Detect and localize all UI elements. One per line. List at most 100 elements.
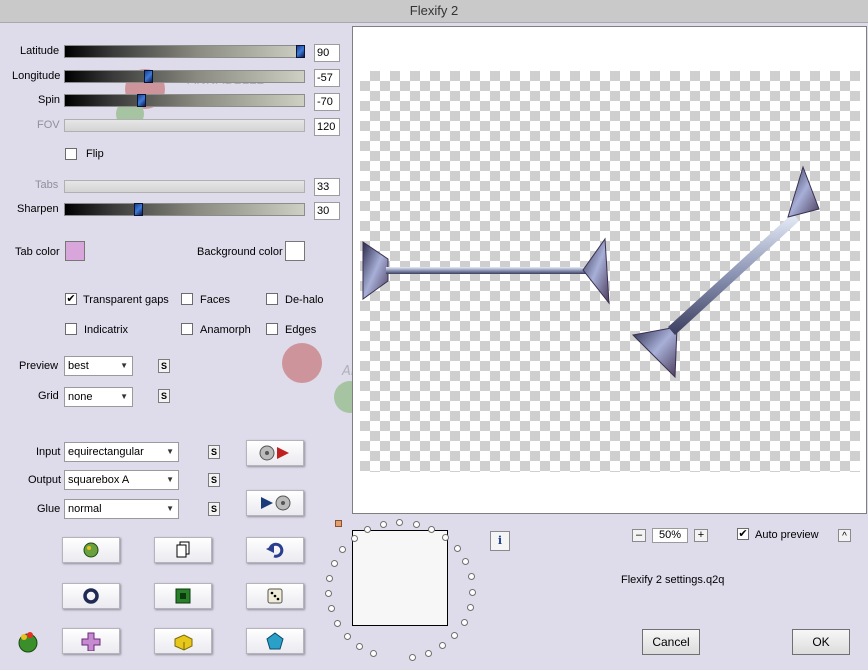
shape-top-cone xyxy=(787,165,820,218)
input-s-button[interactable]: S xyxy=(208,445,220,459)
transparent-gaps-checkbox[interactable]: ✔ xyxy=(65,293,77,305)
orbit-dot[interactable] xyxy=(327,605,335,613)
latitude-slider[interactable] xyxy=(64,45,305,58)
latitude-value[interactable]: 90 xyxy=(314,44,340,62)
glue-s-button[interactable]: S xyxy=(208,502,220,516)
sharpen-slider[interactable] xyxy=(64,203,305,216)
longitude-slider[interactable] xyxy=(64,70,305,83)
orbit-dot[interactable] xyxy=(466,604,474,612)
spin-value[interactable]: -70 xyxy=(314,93,340,111)
orbit-dot[interactable] xyxy=(451,631,459,639)
glue-label: Glue xyxy=(37,503,61,515)
sharpen-value[interactable]: 30 xyxy=(314,202,340,220)
output-s-button[interactable]: S xyxy=(208,473,220,487)
load-preset-button[interactable] xyxy=(246,440,304,466)
cube-icon xyxy=(174,634,193,651)
shape-diagonal-tube xyxy=(668,213,799,335)
orbit-dot[interactable] xyxy=(424,649,432,657)
orbit-dot[interactable] xyxy=(333,619,341,627)
orbit-dot[interactable] xyxy=(350,534,358,542)
collapse-button[interactable]: ^ xyxy=(838,529,851,542)
anamorph-checkbox[interactable] xyxy=(181,323,193,335)
cube-shape-button[interactable] xyxy=(154,628,212,654)
grid-select[interactable]: none ▼ xyxy=(64,387,133,407)
orbit-dot[interactable] xyxy=(396,519,404,526)
input-select[interactable]: equirectangular ▼ xyxy=(64,442,179,462)
faces-checkbox[interactable] xyxy=(181,293,193,305)
zoom-in-button[interactable]: + xyxy=(694,529,708,542)
orbit-dot[interactable] xyxy=(428,525,436,533)
orbit-dot[interactable] xyxy=(343,632,351,640)
play-disc-icon xyxy=(261,495,291,511)
auto-preview-checkbox[interactable]: ✔ xyxy=(737,528,749,540)
orbit-dot[interactable] xyxy=(439,642,447,650)
preview-select[interactable]: best ▼ xyxy=(64,356,133,376)
orbit-dot[interactable] xyxy=(468,588,476,596)
spin-label: Spin xyxy=(38,94,61,106)
orbit-dot[interactable] xyxy=(339,546,347,554)
orbit-dot[interactable] xyxy=(355,642,363,650)
edges-checkbox[interactable] xyxy=(266,323,278,335)
dice-icon xyxy=(267,588,283,604)
preview-image xyxy=(362,165,820,379)
cancel-button[interactable]: Cancel xyxy=(642,629,700,655)
flip-label: Flip xyxy=(86,148,104,160)
pentagon-shape-button[interactable] xyxy=(246,628,304,654)
ok-button[interactable]: OK xyxy=(792,629,850,655)
save-preset-button[interactable] xyxy=(246,490,304,516)
dice-button[interactable] xyxy=(246,583,304,609)
square-shape-button[interactable] xyxy=(154,583,212,609)
orbit-dot[interactable] xyxy=(379,520,387,528)
tabs-slider xyxy=(64,180,305,193)
zoom-out-button[interactable]: – xyxy=(632,529,646,542)
orbit-dot[interactable] xyxy=(326,574,334,582)
flip-checkbox[interactable] xyxy=(65,148,77,160)
de-halo-checkbox[interactable] xyxy=(266,293,278,305)
undo-arrow-icon xyxy=(266,542,284,558)
tab-color-swatch[interactable] xyxy=(65,241,85,261)
info-button[interactable]: i xyxy=(490,531,510,551)
spin-slider-thumb[interactable] xyxy=(136,94,146,107)
window-title-bar: Flexify 2 xyxy=(0,0,868,23)
preview-s-button[interactable]: S xyxy=(158,359,170,373)
undo-button[interactable] xyxy=(246,537,304,563)
chevron-down-icon: ▼ xyxy=(120,361,128,370)
orbit-dot[interactable] xyxy=(325,590,333,598)
input-label: Input xyxy=(36,446,61,458)
ring-shape-button[interactable] xyxy=(62,583,120,609)
sharpen-slider-thumb[interactable] xyxy=(134,203,144,216)
randomize-button[interactable] xyxy=(62,537,120,563)
app-logo xyxy=(14,628,40,654)
preview-canvas[interactable] xyxy=(352,26,867,514)
orbit-dot[interactable] xyxy=(412,520,420,528)
auto-preview-label: Auto preview xyxy=(755,529,819,541)
disc-play-icon xyxy=(259,445,289,461)
orbit-dot[interactable] xyxy=(453,545,461,553)
chevron-down-icon: ▼ xyxy=(120,392,128,401)
glue-select[interactable]: normal ▼ xyxy=(64,499,179,519)
latitude-slider-thumb[interactable] xyxy=(296,45,305,58)
orbit-dot[interactable] xyxy=(467,573,475,581)
copy-button[interactable] xyxy=(154,537,212,563)
cross-shape-button[interactable] xyxy=(62,628,120,654)
orbit-dot[interactable] xyxy=(460,618,468,626)
orbit-dot[interactable] xyxy=(462,558,470,566)
orbit-thumbnail[interactable] xyxy=(352,530,448,626)
fov-slider xyxy=(64,119,305,132)
spin-slider[interactable] xyxy=(64,94,305,107)
orbit-dot[interactable] xyxy=(370,650,378,658)
shape-right-cone xyxy=(582,237,610,305)
longitude-slider-thumb[interactable] xyxy=(143,70,153,83)
pentagon-icon xyxy=(266,632,284,650)
orbit-origin-marker[interactable] xyxy=(335,520,342,527)
transparent-gaps-label: Transparent gaps xyxy=(83,294,169,306)
indicatrix-checkbox[interactable] xyxy=(65,323,77,335)
orbit-dot[interactable] xyxy=(442,534,450,542)
longitude-value[interactable]: -57 xyxy=(314,69,340,87)
orbit-dot[interactable] xyxy=(331,559,339,567)
input-select-value: equirectangular xyxy=(68,446,144,458)
background-color-swatch[interactable] xyxy=(285,241,305,261)
grid-s-button[interactable]: S xyxy=(158,389,170,403)
orbit-dot[interactable] xyxy=(408,654,416,662)
output-select[interactable]: squarebox A ▼ xyxy=(64,470,179,490)
